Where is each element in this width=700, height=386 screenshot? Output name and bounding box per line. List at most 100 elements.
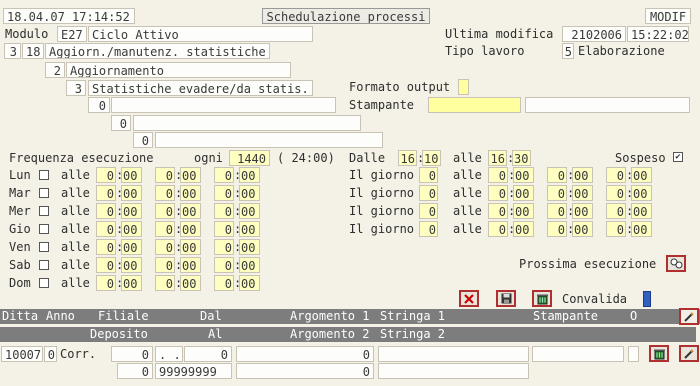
day-checkbox-lun[interactable] [39, 170, 49, 180]
day-checkbox-mar[interactable] [39, 188, 49, 198]
day-gio-time-1-hour[interactable]: 0 [96, 221, 116, 237]
row-stampante[interactable] [532, 346, 624, 362]
tipo-lavoro-code[interactable]: 5 [562, 43, 574, 59]
row-dal[interactable]: 0 [184, 346, 232, 362]
day-sab-time-2-minute[interactable]: 00 [180, 257, 201, 273]
row-dal-dots[interactable]: . . [155, 346, 183, 362]
alle-minute-field[interactable]: 30 [512, 150, 531, 166]
save-button[interactable] [496, 290, 516, 307]
giorno-field-mar[interactable]: 0 [419, 185, 438, 201]
day-dom-time-3-hour[interactable]: 0 [214, 275, 234, 291]
row-delete-button[interactable] [649, 345, 669, 362]
day-dom-time-2-hour[interactable]: 0 [155, 275, 175, 291]
day-ven-time-1-minute[interactable]: 00 [121, 239, 142, 255]
day-lun-time-2-hour[interactable]: 0 [155, 167, 175, 183]
giorno-lun-time-3-minute[interactable]: 00 [631, 167, 652, 183]
formato-output-field[interactable] [458, 79, 469, 95]
dalle-hour-field[interactable]: 16 [398, 150, 417, 166]
giorno-gio-time-2-hour[interactable]: 0 [547, 221, 567, 237]
level2-code[interactable]: 2 [45, 62, 65, 78]
giorno-lun-time-2-minute[interactable]: 00 [572, 167, 593, 183]
giorno-mar-time-3-hour[interactable]: 0 [606, 185, 626, 201]
day-sab-time-1-minute[interactable]: 00 [121, 257, 142, 273]
day-ven-time-1-hour[interactable]: 0 [96, 239, 116, 255]
convalida-indicator[interactable] [643, 291, 651, 307]
giorno-gio-time-1-minute[interactable]: 00 [513, 221, 534, 237]
day-gio-time-3-hour[interactable]: 0 [214, 221, 234, 237]
day-mar-time-2-hour[interactable]: 0 [155, 185, 175, 201]
day-ven-time-2-hour[interactable]: 0 [155, 239, 175, 255]
row-stringa1[interactable] [378, 346, 529, 362]
row-edit-button[interactable] [679, 345, 699, 362]
row-deposito-1[interactable]: 0 [111, 346, 153, 362]
day-sab-time-3-minute[interactable]: 00 [239, 257, 260, 273]
day-dom-time-1-minute[interactable]: 00 [121, 275, 142, 291]
day-mer-time-2-hour[interactable]: 0 [155, 203, 175, 219]
edit-header-button[interactable] [679, 308, 699, 325]
day-dom-time-2-minute[interactable]: 00 [180, 275, 201, 291]
day-mer-time-3-minute[interactable]: 00 [239, 203, 260, 219]
day-mar-time-1-hour[interactable]: 0 [96, 185, 116, 201]
day-checkbox-sab[interactable] [39, 260, 49, 270]
day-checkbox-ven[interactable] [39, 242, 49, 252]
row-argomento1[interactable]: 0 [236, 346, 374, 362]
day-ven-time-3-hour[interactable]: 0 [214, 239, 234, 255]
row-argomento2[interactable]: 0 [236, 363, 374, 379]
giorno-field-mer[interactable]: 0 [419, 203, 438, 219]
day-ven-time-2-minute[interactable]: 00 [180, 239, 201, 255]
giorno-gio-time-2-minute[interactable]: 00 [572, 221, 593, 237]
row-stringa2[interactable] [378, 363, 529, 379]
day-lun-time-3-hour[interactable]: 0 [214, 167, 234, 183]
giorno-mer-time-3-hour[interactable]: 0 [606, 203, 626, 219]
giorno-lun-time-1-minute[interactable]: 00 [513, 167, 534, 183]
level1-code2[interactable]: 18 [22, 43, 44, 59]
day-mar-time-3-hour[interactable]: 0 [214, 185, 234, 201]
giorno-mar-time-1-minute[interactable]: 00 [513, 185, 534, 201]
day-mer-time-1-minute[interactable]: 00 [121, 203, 142, 219]
row-al[interactable]: 99999999 [155, 363, 232, 379]
giorno-gio-time-3-hour[interactable]: 0 [606, 221, 626, 237]
giorno-field-gio[interactable]: 0 [419, 221, 438, 237]
day-sab-time-2-hour[interactable]: 0 [155, 257, 175, 273]
day-mar-time-3-minute[interactable]: 00 [239, 185, 260, 201]
giorno-mer-time-1-minute[interactable]: 00 [513, 203, 534, 219]
giorno-mer-time-2-minute[interactable]: 00 [572, 203, 593, 219]
giorno-lun-time-2-hour[interactable]: 0 [547, 167, 567, 183]
day-sab-time-1-hour[interactable]: 0 [96, 257, 116, 273]
dalle-minute-field[interactable]: 10 [422, 150, 441, 166]
level3-code[interactable]: 3 [66, 80, 86, 96]
day-checkbox-dom[interactable] [39, 278, 49, 288]
ogni-field[interactable]: 1440 [229, 150, 270, 166]
giorno-gio-time-3-minute[interactable]: 00 [631, 221, 652, 237]
giorno-gio-time-1-hour[interactable]: 0 [488, 221, 508, 237]
day-ven-time-3-minute[interactable]: 00 [239, 239, 260, 255]
day-gio-time-2-minute[interactable]: 00 [180, 221, 201, 237]
level5-code[interactable]: 0 [111, 115, 131, 131]
day-mer-time-3-hour[interactable]: 0 [214, 203, 234, 219]
giorno-mar-time-1-hour[interactable]: 0 [488, 185, 508, 201]
giorno-mar-time-3-minute[interactable]: 00 [631, 185, 652, 201]
modulo-code-field[interactable]: E27 [57, 26, 87, 42]
stampante-field[interactable] [428, 97, 521, 113]
day-checkbox-gio[interactable] [39, 224, 49, 234]
delete-button[interactable] [532, 290, 552, 307]
row-ditta[interactable]: 10007 [1, 346, 43, 362]
sospeso-checkbox[interactable]: ✔ [673, 152, 683, 162]
day-mer-time-2-minute[interactable]: 00 [180, 203, 201, 219]
giorno-mer-time-1-hour[interactable]: 0 [488, 203, 508, 219]
day-gio-time-2-hour[interactable]: 0 [155, 221, 175, 237]
row-o[interactable] [628, 346, 639, 362]
giorno-mar-time-2-hour[interactable]: 0 [547, 185, 567, 201]
giorno-lun-time-1-hour[interactable]: 0 [488, 167, 508, 183]
day-checkbox-mer[interactable] [39, 206, 49, 216]
day-mar-time-1-minute[interactable]: 00 [121, 185, 142, 201]
day-lun-time-2-minute[interactable]: 00 [180, 167, 201, 183]
level4-code[interactable]: 0 [88, 97, 110, 113]
giorno-lun-time-3-hour[interactable]: 0 [606, 167, 626, 183]
day-mar-time-2-minute[interactable]: 00 [180, 185, 201, 201]
day-gio-time-3-minute[interactable]: 00 [239, 221, 260, 237]
giorno-mer-time-2-hour[interactable]: 0 [547, 203, 567, 219]
day-dom-time-3-minute[interactable]: 00 [239, 275, 260, 291]
level1-code1[interactable]: 3 [4, 43, 21, 59]
giorno-mer-time-3-minute[interactable]: 00 [631, 203, 652, 219]
